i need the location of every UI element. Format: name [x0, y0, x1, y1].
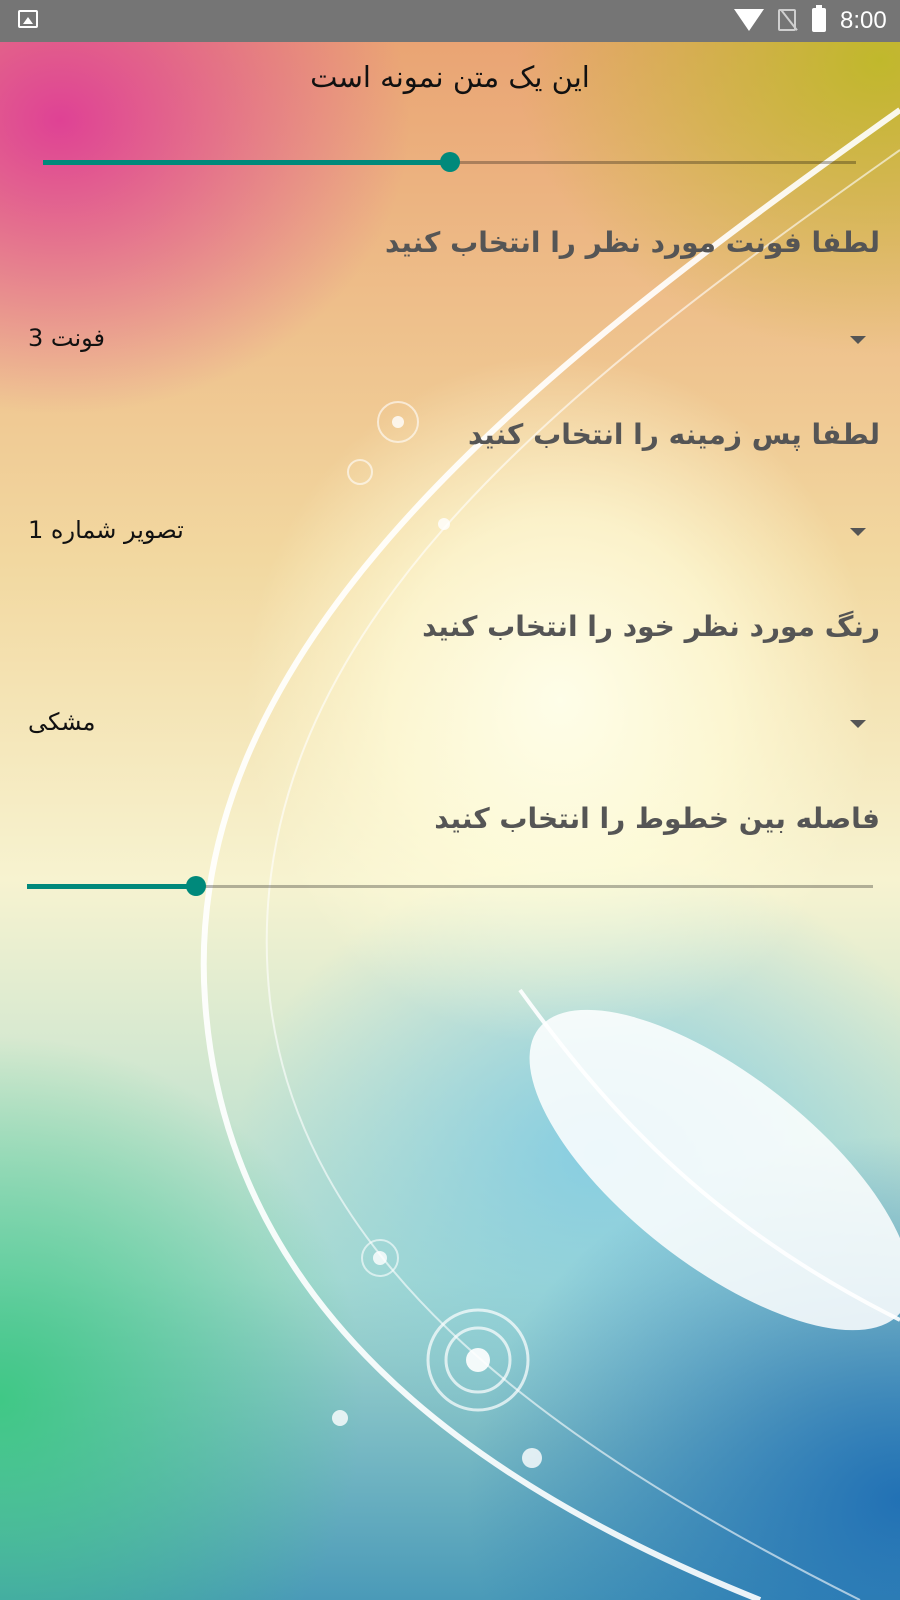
background-heading: لطفا پس زمینه را انتخاب کنید	[468, 418, 880, 451]
color-heading: رنگ مورد نظر خود را انتخاب کنید	[422, 610, 880, 643]
triangle-down-icon	[850, 336, 866, 344]
triangle-down-icon	[850, 720, 866, 728]
font-size-slider[interactable]	[43, 150, 856, 174]
color-selected-value: مشکی	[28, 708, 96, 736]
image-icon	[18, 10, 38, 28]
font-dropdown[interactable]: فونت 3	[28, 316, 880, 364]
color-dropdown[interactable]: مشکی	[28, 700, 880, 748]
status-time: 8:00	[840, 7, 887, 34]
background-dropdown[interactable]: تصویر شماره 1	[28, 508, 880, 556]
status-bar: 8:00	[0, 0, 900, 42]
line-spacing-slider[interactable]	[27, 874, 873, 898]
no-sim-icon	[778, 9, 796, 31]
slider-thumb[interactable]	[439, 152, 460, 172]
triangle-down-icon	[850, 528, 866, 536]
slider-fill	[43, 160, 450, 165]
slider-thumb[interactable]	[186, 876, 207, 896]
wifi-icon	[734, 9, 764, 31]
sample-text-preview: این یک متن نمونه است	[310, 60, 590, 94]
font-heading: لطفا فونت مورد نظر را انتخاب کنید	[385, 226, 880, 259]
font-selected-value: فونت 3	[28, 324, 106, 352]
line-spacing-heading: فاصله بین خطوط را انتخاب کنید	[434, 802, 880, 835]
background-selected-value: تصویر شماره 1	[28, 516, 184, 544]
battery-icon	[812, 5, 826, 32]
slider-fill	[27, 884, 197, 889]
